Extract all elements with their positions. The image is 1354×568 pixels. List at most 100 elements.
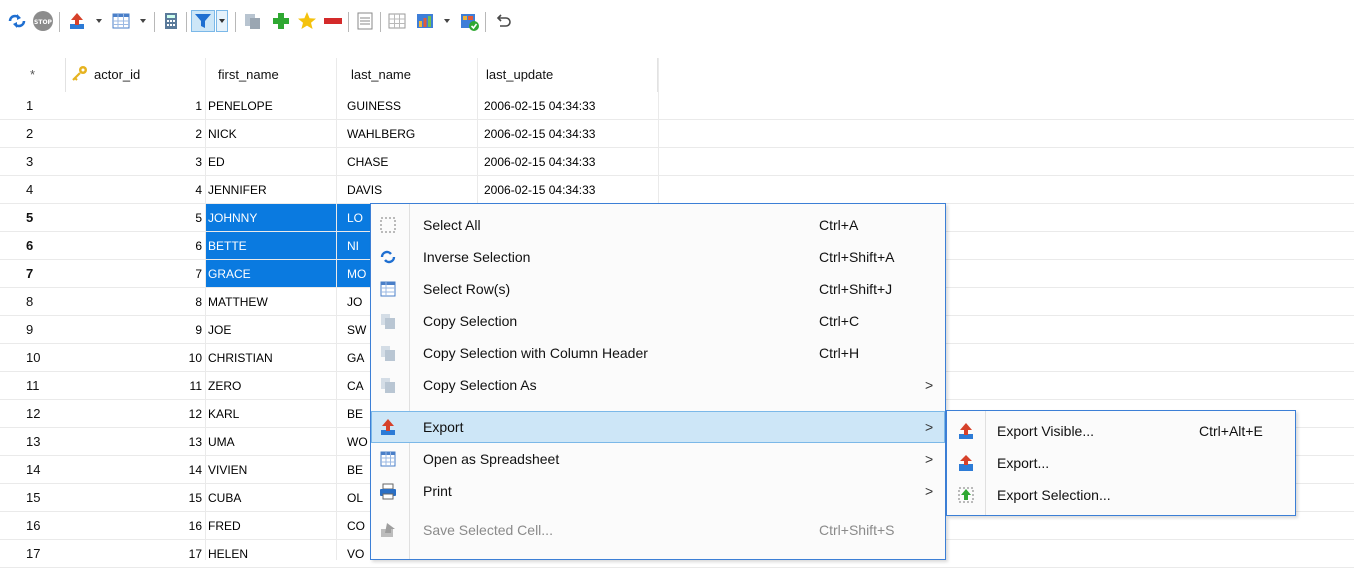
table-row[interactable]: 2 2 NICK WAHLBERG 2006-02-15 04:34:33	[0, 120, 1354, 148]
filter-icon[interactable]	[191, 10, 215, 32]
cell-first-name[interactable]: JOE	[206, 316, 336, 344]
row-number[interactable]: 1	[0, 92, 66, 120]
cell-first-name[interactable]: CHRISTIAN	[206, 344, 336, 372]
menu-item-open-as-spreadsheet[interactable]: Open as Spreadsheet >	[371, 443, 945, 475]
row-number[interactable]: 13	[0, 428, 66, 456]
table-row[interactable]: 3 3 ED CHASE 2006-02-15 04:34:33	[0, 148, 1354, 176]
menu-item-select-all[interactable]: Select All Ctrl+A	[371, 209, 945, 241]
menu-item-export[interactable]: Export >	[371, 411, 945, 443]
import-icon[interactable]	[66, 10, 88, 32]
cell-actor-id[interactable]: 2	[66, 120, 204, 148]
text-view-icon[interactable]	[354, 10, 376, 32]
column-header-last-name[interactable]: last_name	[337, 58, 478, 92]
grid-view-icon[interactable]	[386, 10, 408, 32]
cell-last-name[interactable]: CHASE	[337, 148, 477, 176]
row-number[interactable]: 17	[0, 540, 66, 568]
import-dropdown-icon[interactable]	[96, 19, 102, 23]
filter-dropdown-icon[interactable]	[216, 10, 228, 32]
cell-actor-id[interactable]: 1	[66, 92, 204, 120]
row-number[interactable]: 9	[0, 316, 66, 344]
table-dropdown-icon[interactable]	[140, 19, 146, 23]
cell-actor-id[interactable]: 10	[66, 344, 204, 372]
submenu-item-export-visible[interactable]: Export Visible... Ctrl+Alt+E	[947, 415, 1295, 447]
cell-last-update[interactable]: 2006-02-15 04:34:33	[478, 92, 658, 120]
cell-last-update[interactable]: 2006-02-15 04:34:33	[478, 120, 658, 148]
cell-actor-id[interactable]: 11	[66, 372, 204, 400]
menu-item-save-selected-cell[interactable]: Save Selected Cell... Ctrl+Shift+S	[371, 514, 945, 546]
column-header-actor-id[interactable]: actor_id	[66, 58, 206, 92]
cell-actor-id[interactable]: 7	[66, 260, 204, 288]
add-record-icon[interactable]	[270, 10, 292, 32]
cell-actor-id[interactable]: 9	[66, 316, 204, 344]
row-number[interactable]: 6	[0, 232, 66, 260]
cell-first-name[interactable]: MATTHEW	[206, 288, 336, 316]
row-number[interactable]: 15	[0, 484, 66, 512]
cell-last-name[interactable]: WAHLBERG	[337, 120, 477, 148]
commit-icon[interactable]	[458, 10, 480, 32]
cell-actor-id[interactable]: 8	[66, 288, 204, 316]
refresh-icon[interactable]	[6, 10, 28, 32]
row-number[interactable]: 16	[0, 512, 66, 540]
column-header-last-update[interactable]: last_update	[478, 58, 658, 92]
cell-first-name[interactable]: JENNIFER	[206, 176, 336, 204]
cell-actor-id[interactable]: 5	[66, 204, 204, 232]
cell-first-name[interactable]: PENELOPE	[206, 92, 336, 120]
row-number[interactable]: 4	[0, 176, 66, 204]
stop-icon[interactable]: STOP	[32, 10, 54, 32]
cell-first-name[interactable]: JOHNNY	[206, 204, 336, 232]
cell-last-name[interactable]: DAVIS	[337, 176, 477, 204]
cell-actor-id[interactable]: 13	[66, 428, 204, 456]
column-header-first-name[interactable]: first_name	[206, 58, 337, 92]
cell-first-name[interactable]: ED	[206, 148, 336, 176]
row-number[interactable]: 5	[0, 204, 66, 232]
row-number[interactable]: 14	[0, 456, 66, 484]
cell-first-name[interactable]: NICK	[206, 120, 336, 148]
row-number[interactable]: 11	[0, 372, 66, 400]
cell-actor-id[interactable]: 6	[66, 232, 204, 260]
cell-first-name[interactable]: KARL	[206, 400, 336, 428]
favorite-icon[interactable]	[296, 10, 318, 32]
chart-icon[interactable]	[414, 10, 436, 32]
cell-first-name[interactable]: CUBA	[206, 484, 336, 512]
row-number[interactable]: 8	[0, 288, 66, 316]
cell-actor-id[interactable]: 14	[66, 456, 204, 484]
cell-actor-id[interactable]: 4	[66, 176, 204, 204]
menu-item-select-row-s[interactable]: Select Row(s) Ctrl+Shift+J	[371, 273, 945, 305]
cell-actor-id[interactable]: 15	[66, 484, 204, 512]
cell-actor-id[interactable]: 3	[66, 148, 204, 176]
cell-actor-id[interactable]: 16	[66, 512, 204, 540]
cell-last-name[interactable]: GUINESS	[337, 92, 477, 120]
cell-first-name[interactable]: ZERO	[206, 372, 336, 400]
menu-item-copy-selection-as[interactable]: Copy Selection As >	[371, 369, 945, 401]
table-row[interactable]: 1 1 PENELOPE GUINESS 2006-02-15 04:34:33	[0, 92, 1354, 120]
submenu-item-export[interactable]: Export...	[947, 447, 1295, 479]
cell-first-name[interactable]: UMA	[206, 428, 336, 456]
menu-item-copy-selection[interactable]: Copy Selection Ctrl+C	[371, 305, 945, 337]
chart-dropdown-icon[interactable]	[444, 19, 450, 23]
cell-first-name[interactable]: GRACE	[206, 260, 336, 288]
row-number[interactable]: 10	[0, 344, 66, 372]
menu-item-copy-selection-with-column-header[interactable]: Copy Selection with Column Header Ctrl+H	[371, 337, 945, 369]
row-number[interactable]: 7	[0, 260, 66, 288]
row-number[interactable]: 2	[0, 120, 66, 148]
form-view-icon[interactable]	[160, 10, 182, 32]
row-number[interactable]: 12	[0, 400, 66, 428]
cell-actor-id[interactable]: 17	[66, 540, 204, 568]
cell-actor-id[interactable]: 12	[66, 400, 204, 428]
cell-first-name[interactable]: VIVIEN	[206, 456, 336, 484]
undo-icon[interactable]	[492, 10, 514, 32]
table-view-icon[interactable]	[110, 10, 132, 32]
table-row[interactable]: 4 4 JENNIFER DAVIS 2006-02-15 04:34:33	[0, 176, 1354, 204]
submenu-item-export-selection[interactable]: Export Selection...	[947, 479, 1295, 511]
menu-item-inverse-selection[interactable]: Inverse Selection Ctrl+Shift+A	[371, 241, 945, 273]
cell-last-update[interactable]: 2006-02-15 04:34:33	[478, 176, 658, 204]
delete-record-icon[interactable]	[322, 10, 344, 32]
cell-first-name[interactable]: BETTE	[206, 232, 336, 260]
cell-first-name[interactable]: FRED	[206, 512, 336, 540]
row-number[interactable]: 3	[0, 148, 66, 176]
menu-item-print[interactable]: Print >	[371, 475, 945, 507]
cell-first-name[interactable]: HELEN	[206, 540, 336, 568]
copy-record-icon[interactable]	[242, 10, 264, 32]
cell-last-update[interactable]: 2006-02-15 04:34:33	[478, 148, 658, 176]
select-all-corner[interactable]: *	[0, 58, 66, 92]
